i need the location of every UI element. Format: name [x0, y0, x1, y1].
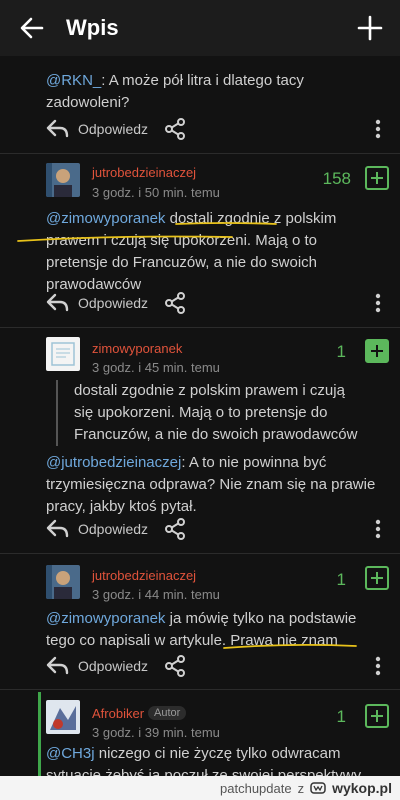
- upvote-button[interactable]: [365, 566, 389, 590]
- reply-button[interactable]: Odpowiedz: [78, 521, 148, 537]
- upvote-button[interactable]: [365, 339, 389, 363]
- vote-count: 1: [336, 570, 346, 589]
- author-name[interactable]: Afrobiker: [92, 706, 144, 721]
- timestamp: 3 godz. i 44 min. temu: [92, 587, 220, 602]
- comment-actions: Odpowiedz: [0, 286, 400, 322]
- timestamp: 3 godz. i 45 min. temu: [92, 360, 220, 375]
- share-icon[interactable]: [163, 654, 187, 678]
- timestamp: 3 godz. i 50 min. temu: [92, 185, 220, 200]
- avatar[interactable]: [46, 700, 80, 734]
- more-options-icon[interactable]: [374, 292, 382, 314]
- comment-text: @RKN_: A może pół litra i dlatego tacy z…: [46, 72, 304, 111]
- page-title: Wpis: [66, 15, 119, 40]
- user-mention[interactable]: @jutrobedzieinaczej: [46, 454, 181, 471]
- more-options-icon[interactable]: [374, 118, 382, 140]
- avatar[interactable]: [46, 337, 80, 371]
- vote-count: 1: [336, 707, 346, 726]
- more-options-icon[interactable]: [374, 518, 382, 540]
- reply-button[interactable]: Odpowiedz: [78, 658, 148, 674]
- avatar[interactable]: [46, 163, 80, 197]
- divider: [0, 553, 400, 554]
- user-mention[interactable]: @CH3j: [46, 745, 95, 762]
- reply-button[interactable]: Odpowiedz: [78, 295, 148, 311]
- quote-block: dostali zgodnie z polskim prawem i czują…: [56, 380, 386, 446]
- app-bar: Wpis: [0, 0, 400, 56]
- avatar[interactable]: [46, 565, 80, 599]
- comment-text: @jutrobedzieinaczej: A to nie powinna by…: [46, 454, 376, 515]
- reply-icon[interactable]: [46, 118, 70, 140]
- share-icon[interactable]: [163, 117, 187, 141]
- reply-icon[interactable]: [46, 518, 70, 540]
- author-indicator-bar: [38, 692, 41, 776]
- author-name[interactable]: zimowyporanek: [92, 341, 182, 356]
- back-arrow-icon[interactable]: [18, 14, 46, 42]
- user-mention[interactable]: @zimowyporanek: [46, 610, 165, 627]
- watermark-user: patchupdate: [220, 780, 292, 796]
- author-badge: Autor: [148, 706, 187, 720]
- vote-count: 1: [336, 342, 346, 361]
- comment-text: @zimowyporanek ja mówię tylko na podstaw…: [46, 610, 357, 649]
- watermark-sep: z: [297, 780, 305, 796]
- user-mention[interactable]: @RKN_: [46, 72, 101, 89]
- author-name[interactable]: jutrobedzieinaczej: [92, 165, 196, 180]
- watermark-site: wykop.pl: [332, 780, 392, 796]
- more-options-icon[interactable]: [374, 655, 382, 677]
- comment-actions: Odpowiedz: [0, 649, 400, 685]
- vote-count: 158: [322, 169, 351, 188]
- wykop-logo-icon: [310, 782, 326, 794]
- share-icon[interactable]: [163, 517, 187, 541]
- share-icon[interactable]: [163, 291, 187, 315]
- reply-button[interactable]: Odpowiedz: [78, 121, 148, 137]
- comment-text: @zimowyporanek dostali zgodnie z polskim…: [46, 210, 337, 293]
- author-name[interactable]: jutrobedzieinaczej: [92, 568, 196, 583]
- divider: [0, 153, 400, 154]
- divider: [0, 327, 400, 328]
- reply-icon[interactable]: [46, 292, 70, 314]
- add-icon[interactable]: [356, 14, 384, 42]
- upvote-button[interactable]: [365, 166, 389, 190]
- watermark: patchupdate z wykop.pl: [0, 776, 400, 800]
- timestamp: 3 godz. i 39 min. temu: [92, 725, 220, 740]
- user-mention[interactable]: @zimowyporanek: [46, 210, 165, 227]
- comment-actions: Odpowiedz: [0, 512, 400, 548]
- upvote-button[interactable]: [365, 704, 389, 728]
- reply-icon[interactable]: [46, 655, 70, 677]
- divider: [0, 689, 400, 690]
- comment-actions: Odpowiedz: [0, 112, 400, 148]
